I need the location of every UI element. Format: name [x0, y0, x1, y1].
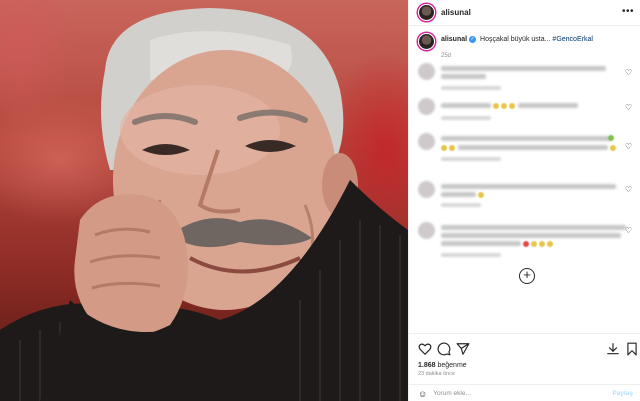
comment-text-blurred — [441, 184, 616, 189]
commenter-avatar[interactable] — [418, 63, 435, 80]
post-header: alisunal ••• — [409, 0, 640, 26]
commenter-avatar[interactable] — [418, 222, 435, 239]
bookmark-icon[interactable] — [625, 342, 639, 356]
share-icon[interactable] — [456, 342, 470, 356]
download-icon[interactable] — [606, 342, 620, 356]
comment-icon[interactable] — [437, 342, 451, 356]
heart-icon[interactable]: ♡ — [625, 186, 632, 194]
post-photo[interactable] — [0, 0, 408, 401]
comment-text-blurred — [441, 103, 491, 108]
comment-meta-blurred — [441, 86, 501, 90]
add-comment-bar: ☺ Yorum ekle... Paylaş — [409, 384, 640, 401]
emoji-icon — [509, 103, 515, 109]
emoji-icon — [610, 145, 616, 151]
comment-text-blurred — [458, 145, 608, 150]
heart-icon[interactable] — [418, 342, 432, 356]
post-sidebar: alisunal ••• alisunal ✓ Hoşçakal büyük us… — [408, 0, 640, 401]
emoji-icon — [441, 145, 447, 151]
comment-text-blurred — [441, 66, 606, 71]
post-comment-button[interactable]: Paylaş — [612, 390, 633, 397]
heart-icon[interactable]: ♡ — [625, 104, 632, 112]
hashtag-link[interactable]: #GencoErkal — [552, 36, 592, 43]
comment-item: ♡ — [418, 63, 640, 93]
comment-text-blurred — [441, 74, 486, 79]
heart-icon[interactable]: ♡ — [625, 69, 632, 77]
load-more-comments-icon[interactable]: + — [519, 268, 535, 284]
commenter-avatar[interactable] — [418, 133, 435, 150]
comment-text-blurred — [441, 225, 626, 230]
emoji-icon — [547, 241, 553, 247]
comment-meta-blurred — [441, 203, 481, 207]
caption: alisunal ✓ Hoşçakal büyük usta... #GencoE… — [418, 33, 633, 59]
heart-icon[interactable]: ♡ — [625, 227, 632, 235]
comment-input[interactable]: Yorum ekle... — [433, 390, 612, 397]
portrait-illustration — [0, 8, 408, 401]
emoji-icon — [501, 103, 507, 109]
post-actions: 1.868 beğenme 23 dakika önce ☺ Yorum ekl… — [409, 333, 640, 401]
emoji-icon — [539, 241, 545, 247]
emoji-icon — [449, 145, 455, 151]
comment-meta-blurred — [441, 116, 491, 120]
comment-text-blurred — [441, 136, 611, 141]
avatar[interactable] — [418, 33, 435, 50]
comment-text-blurred — [441, 241, 521, 246]
emoji-icon — [608, 135, 614, 141]
emoji-icon — [493, 103, 499, 109]
emoji-picker-icon[interactable]: ☺ — [418, 389, 427, 399]
comment-item: ♡ — [418, 133, 640, 171]
likes-count[interactable]: 1.868 beğenme — [418, 362, 467, 369]
commenter-avatar[interactable] — [418, 181, 435, 198]
comment-item: ♡ — [418, 222, 640, 262]
comment-text-blurred — [441, 233, 621, 238]
comment-item: ♡ — [418, 181, 640, 211]
caption-username[interactable]: alisunal — [441, 36, 467, 43]
caption-age: 25d — [441, 53, 452, 59]
emoji-icon — [531, 241, 537, 247]
post-time: 23 dakika önce — [418, 371, 455, 377]
comment-meta-blurred — [441, 253, 501, 257]
verified-icon: ✓ — [469, 35, 477, 43]
emoji-icon — [478, 192, 484, 198]
more-options-icon[interactable]: ••• — [622, 6, 634, 17]
avatar[interactable] — [418, 4, 435, 21]
comment-text-blurred — [441, 192, 476, 197]
username[interactable]: alisunal — [441, 8, 471, 17]
emoji-icon — [523, 241, 529, 247]
heart-icon[interactable]: ♡ — [625, 143, 632, 151]
comment-item: ♡ — [418, 98, 640, 126]
commenter-avatar[interactable] — [418, 98, 435, 115]
caption-text: Hoşçakal büyük usta... — [480, 36, 551, 43]
comment-meta-blurred — [441, 157, 501, 161]
comment-text-blurred — [518, 103, 578, 108]
